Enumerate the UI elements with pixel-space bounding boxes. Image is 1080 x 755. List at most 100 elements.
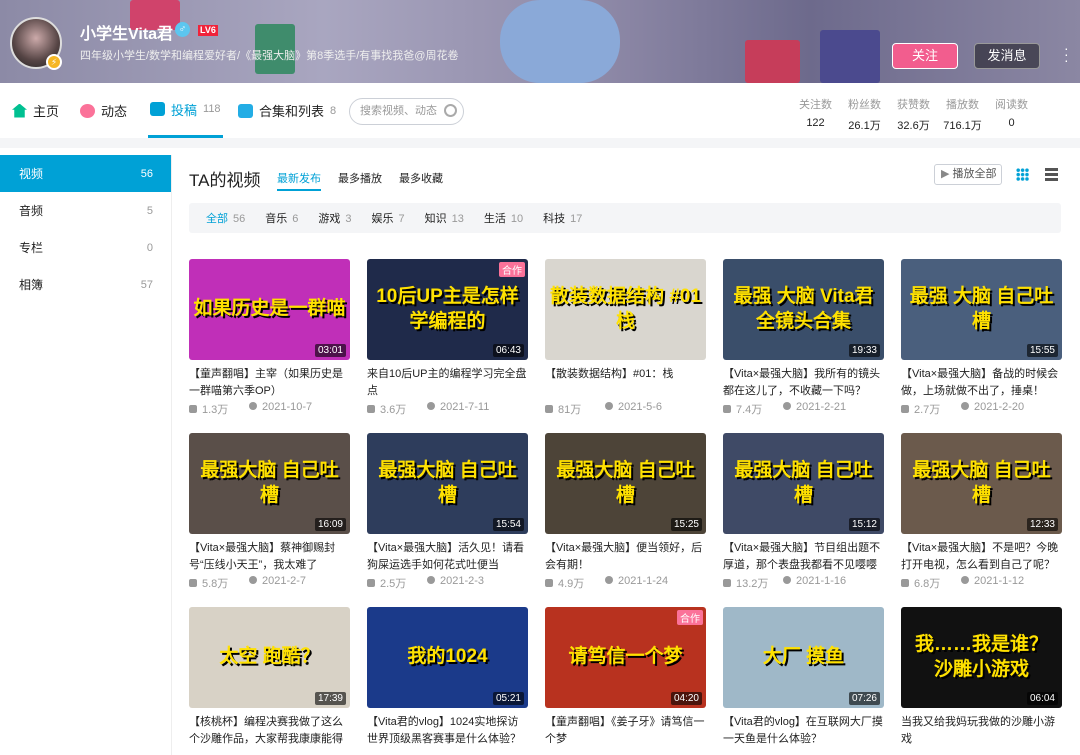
video-duration: 17:39 <box>314 692 346 705</box>
clock-icon <box>427 402 435 410</box>
stat-fans[interactable]: 粉丝数 26.1万 <box>840 96 889 133</box>
sort-most-favorited[interactable]: 最多收藏 <box>399 170 443 191</box>
sort-tabs: 最新发布 最多播放 最多收藏 <box>277 170 443 191</box>
sidebar-item-album[interactable]: 相簿 57 <box>0 266 171 303</box>
search-icon[interactable] <box>444 104 457 117</box>
filter-label: 全部 <box>206 213 228 225</box>
video-card[interactable]: 我……我是谁？ 沙雕小游戏 06:04 当我又给我妈玩我做的沙雕小游戏 <box>901 607 1062 748</box>
clock-icon <box>783 402 791 410</box>
video-meta: 7.4万 2021-2-21 <box>723 401 884 417</box>
video-card[interactable]: 最强 大脑 Vita君 全镜头合集 19:33 【Vita×最强大脑】我所有的镜头… <box>723 259 884 417</box>
video-title[interactable]: 【Vita君的vlog】在互联网大厂摸一天鱼是什么体验？ <box>723 714 884 748</box>
video-title[interactable]: 【Vita×最强大脑】蔡神御赐封号“压线小天王”，我太难了 <box>189 540 350 574</box>
clock-icon <box>605 576 613 584</box>
video-thumbnail[interactable]: 请笃信一个梦 合作 04:20 <box>545 607 706 708</box>
video-thumbnail[interactable]: 最强大脑 自己吐槽 15:54 <box>367 433 528 534</box>
tab-dynamic[interactable]: 动态 <box>80 83 127 138</box>
filter-item[interactable]: 科技 17 <box>543 210 582 226</box>
message-button[interactable]: 发消息 <box>974 43 1040 69</box>
sidebar: 视频 56 音频 5 专栏 0 相簿 57 <box>0 155 171 303</box>
video-card[interactable]: 最强大脑 自己吐槽 15:25 【Vita×最强大脑】便当领好，后会有期！ 4.9… <box>545 433 706 591</box>
filter-item[interactable]: 娱乐 7 <box>372 210 405 226</box>
sort-most-played[interactable]: 最多播放 <box>338 170 382 191</box>
video-thumbnail[interactable]: 太空 跑酷？ 17:39 <box>189 607 350 708</box>
video-thumbnail[interactable]: 大厂 摸鱼 07:26 <box>723 607 884 708</box>
video-thumbnail[interactable]: 最强 大脑 Vita君 全镜头合集 19:33 <box>723 259 884 360</box>
sidebar-item-article[interactable]: 专栏 0 <box>0 229 171 266</box>
sidebar-item-audio[interactable]: 音频 5 <box>0 192 171 229</box>
sidebar-item-video[interactable]: 视频 56 <box>0 155 171 192</box>
tab-home[interactable]: 主页 <box>12 83 59 138</box>
video-thumbnail[interactable]: 最强大脑 自己吐槽 16:09 <box>189 433 350 534</box>
video-title[interactable]: 【Vita×最强大脑】我所有的镜头都在这儿了，不收藏一下吗？ <box>723 366 884 400</box>
video-meta: 2.5万 2021-2-3 <box>367 575 528 591</box>
video-title[interactable]: 【Vita×最强大脑】便当领好，后会有期！ <box>545 540 706 574</box>
filter-item[interactable]: 知识 13 <box>425 210 464 226</box>
video-thumbnail[interactable]: 散装数据结构 #01 栈 <box>545 259 706 360</box>
video-title[interactable]: 【Vita×最强大脑】节目组出题不厚道，那个表盘我都看不见嘤嘤嘤 <box>723 540 884 574</box>
video-card[interactable]: 太空 跑酷？ 17:39 【核桃杯】编程决赛我做了这么个沙雕作品，大家帮我康康能得… <box>189 607 350 748</box>
video-thumbnail[interactable]: 最强大脑 自己吐槽 15:12 <box>723 433 884 534</box>
video-thumbnail[interactable]: 10后UP主是怎样学编程的 合作 06:43 <box>367 259 528 360</box>
video-title[interactable]: 【核桃杯】编程决赛我做了这么个沙雕作品，大家帮我康康能得几分 <box>189 714 350 748</box>
play-count-icon <box>367 579 375 587</box>
video-card[interactable]: 最强大脑 自己吐槽 16:09 【Vita×最强大脑】蔡神御赐封号“压线小天王”，… <box>189 433 350 591</box>
video-duration: 15:25 <box>670 518 702 531</box>
thumbnail-caption: 大厂 摸鱼 <box>762 646 845 668</box>
video-title[interactable]: 当我又给我妈玩我做的沙雕小游戏 <box>901 714 1062 748</box>
video-title[interactable]: 来自10后UP主的编程学习完全盘点 <box>367 366 528 400</box>
video-thumbnail[interactable]: 最强大脑 自己吐槽 12:33 <box>901 433 1062 534</box>
tab-collections[interactable]: 合集和列表 8 <box>238 83 336 138</box>
video-title[interactable]: 【Vita×最强大脑】备战的时候会做，上场就做不出了，捶桌！ <box>901 366 1062 400</box>
video-card[interactable]: 如果历史是一群喵 03:01 【童声翻唱】主宰（如果历史是一群喵第六季OP） 1.… <box>189 259 350 417</box>
video-card[interactable]: 我的1024 05:21 【Vita君的vlog】1024实地探访世界顶级黑客赛事… <box>367 607 528 748</box>
play-all-button[interactable]: ▶ 播放全部 <box>934 164 1002 185</box>
video-duration: 15:54 <box>492 518 524 531</box>
video-title[interactable]: 【童声翻唱】《姜子牙》请笃信一个梦 <box>545 714 706 748</box>
stat-label: 关注数 <box>799 99 832 111</box>
video-thumbnail[interactable]: 我的1024 05:21 <box>367 607 528 708</box>
video-title[interactable]: 【Vita×最强大脑】不是吧？今晚打开电视，怎么看到自己了呢？ <box>901 540 1062 574</box>
video-card[interactable]: 大厂 摸鱼 07:26 【Vita君的vlog】在互联网大厂摸一天鱼是什么体验？ <box>723 607 884 748</box>
video-thumbnail[interactable]: 最强 大脑 自己吐槽 15:55 <box>901 259 1062 360</box>
filter-label: 知识 <box>424 213 447 225</box>
video-thumbnail[interactable]: 最强大脑 自己吐槽 15:25 <box>545 433 706 534</box>
sidebar-label: 相簿 <box>19 278 44 292</box>
thumbnail-caption: 散装数据结构 #01 栈 <box>550 285 701 332</box>
play-count: 13.2万 <box>736 578 769 590</box>
play-count: 7.4万 <box>736 404 763 416</box>
video-meta: 4.9万 2021-1-24 <box>545 575 706 591</box>
clock-icon <box>605 402 613 410</box>
stat-following[interactable]: 关注数 122 <box>791 96 840 133</box>
video-card[interactable]: 请笃信一个梦 合作 04:20 【童声翻唱】《姜子牙》请笃信一个梦 <box>545 607 706 748</box>
sort-latest[interactable]: 最新发布 <box>277 170 321 191</box>
video-card[interactable]: 最强大脑 自己吐槽 15:12 【Vita×最强大脑】节目组出题不厚道，那个表盘我… <box>723 433 884 591</box>
tab-label: 合集和列表 <box>259 104 325 119</box>
filter-item[interactable]: 全部 56 <box>206 210 245 226</box>
filter-item[interactable]: 游戏 3 <box>318 210 351 226</box>
filter-item[interactable]: 生活 10 <box>484 210 523 226</box>
follow-button[interactable]: 关注 <box>892 43 958 69</box>
video-card[interactable]: 最强 大脑 自己吐槽 15:55 【Vita×最强大脑】备战的时候会做，上场就做不… <box>901 259 1062 417</box>
play-count: 1.3万 <box>202 404 229 416</box>
video-title[interactable]: 【Vita×最强大脑】活久见！请看狗屎运选手如何花式吐便当 <box>367 540 528 574</box>
filter-item[interactable]: 音乐 6 <box>265 210 298 226</box>
list-view-icon[interactable] <box>1045 168 1058 181</box>
video-card[interactable]: 最强大脑 自己吐槽 12:33 【Vita×最强大脑】不是吧？今晚打开电视，怎么看… <box>901 433 1062 591</box>
more-icon[interactable]: · · · <box>1064 41 1072 67</box>
video-card[interactable]: 最强大脑 自己吐槽 15:54 【Vita×最强大脑】活久见！请看狗屎运选手如何花… <box>367 433 528 591</box>
tab-uploads[interactable]: 投稿 118 <box>148 83 223 138</box>
video-duration: 07:26 <box>848 692 880 705</box>
stat-value: 122 <box>806 117 825 129</box>
upload-date: 2021-2-7 <box>262 575 307 587</box>
video-thumbnail[interactable]: 我……我是谁？ 沙雕小游戏 06:04 <box>901 607 1062 708</box>
video-title[interactable]: 【Vita君的vlog】1024实地探访世界顶级黑客赛事是什么体验？ <box>367 714 528 748</box>
video-card[interactable]: 10后UP主是怎样学编程的 合作 06:43 来自10后UP主的编程学习完全盘点 3… <box>367 259 528 417</box>
video-title[interactable]: 【童声翻唱】主宰（如果历史是一群喵第六季OP） <box>189 366 350 400</box>
search-input[interactable]: 搜索视频、动态 <box>349 98 464 125</box>
grid-view-icon[interactable] <box>1016 168 1029 181</box>
video-title[interactable]: 【散装数据结构】#01：栈 <box>545 366 706 400</box>
video-card[interactable]: 散装数据结构 #01 栈 【散装数据结构】#01：栈 81万 2021-5-6 <box>545 259 706 417</box>
video-thumbnail[interactable]: 如果历史是一群喵 03:01 <box>189 259 350 360</box>
filter-count: 17 <box>570 213 583 225</box>
